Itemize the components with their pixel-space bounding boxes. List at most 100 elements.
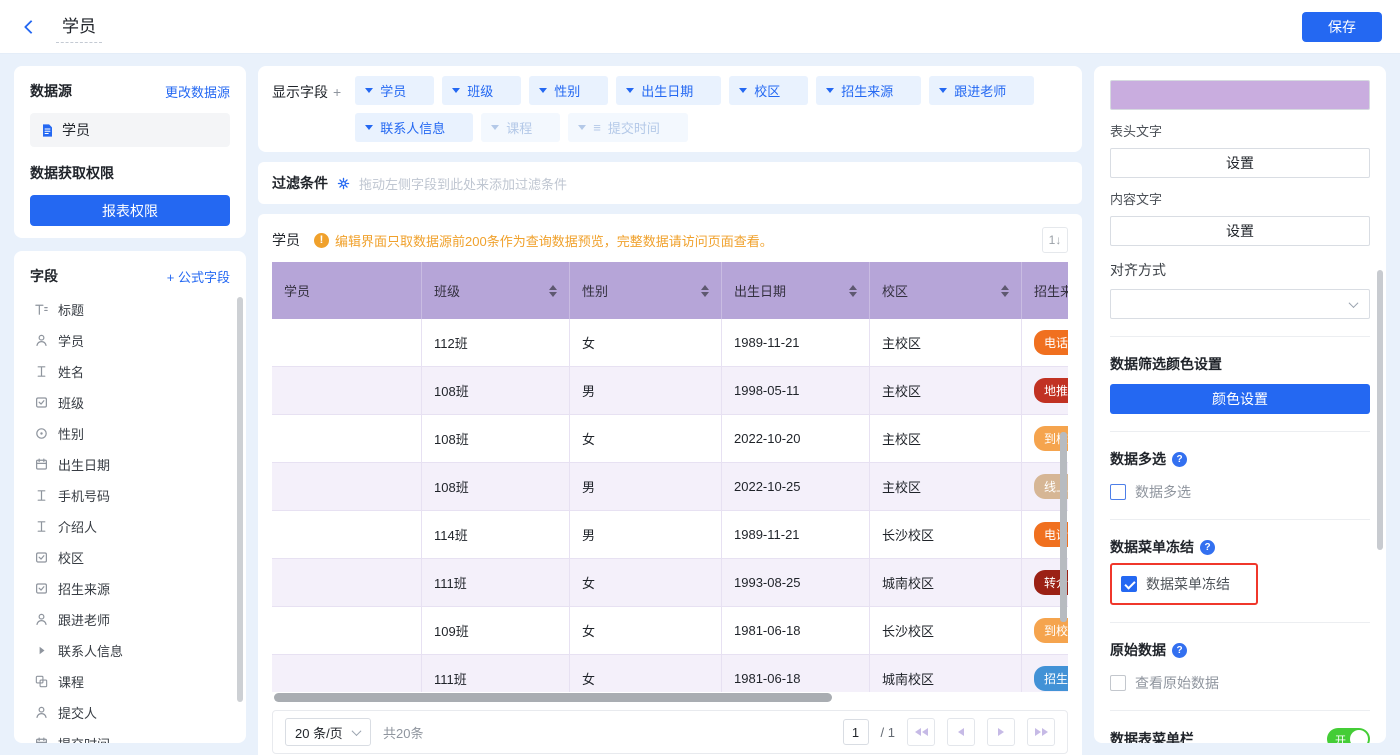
table-row[interactable]: 112班女1989-11-21主校区电话 xyxy=(272,319,1068,367)
display-field-chip[interactable]: 校区 xyxy=(729,76,808,105)
back-button[interactable] xyxy=(18,14,44,40)
raw-data-checkbox-row[interactable]: 查看原始数据 xyxy=(1110,673,1370,693)
display-field-chip[interactable]: 性别 xyxy=(529,76,608,105)
table-header: 学员班级性别出生日期校区招生来源 xyxy=(272,262,1068,319)
field-item[interactable]: 出生日期 xyxy=(30,449,230,480)
sort-icon[interactable] xyxy=(1001,285,1009,297)
prev-page-button[interactable] xyxy=(947,718,975,746)
field-item[interactable]: 姓名 xyxy=(30,356,230,387)
fields-title: 字段 xyxy=(30,266,58,286)
formula-field-link[interactable]: + 公式字段 xyxy=(167,267,230,286)
field-item-label: 标题 xyxy=(58,300,84,319)
display-field-chip[interactable]: 学员 xyxy=(355,76,434,105)
table-row[interactable]: 111班女1993-08-25城南校区转介 xyxy=(272,559,1068,607)
menu-freeze-highlight[interactable]: 数据菜单冻结 xyxy=(1110,563,1258,605)
field-item[interactable]: 手机号码 xyxy=(30,480,230,511)
preview-title: 学员 xyxy=(272,230,300,250)
cell-gender: 男 xyxy=(570,367,722,414)
help-icon[interactable]: ? xyxy=(1172,452,1187,467)
content-text-settings-button[interactable]: 设置 xyxy=(1110,216,1370,246)
color-settings-button[interactable]: 颜色设置 xyxy=(1110,384,1370,414)
field-item[interactable]: 校区 xyxy=(30,542,230,573)
table-row[interactable]: 108班男2022-10-25主校区线上 xyxy=(272,463,1068,511)
checkbox-unchecked[interactable] xyxy=(1110,675,1126,691)
table-row[interactable]: 108班男1998-05-11主校区地推 xyxy=(272,367,1068,415)
report-permission-button[interactable]: 报表权限 xyxy=(30,195,230,226)
gear-icon[interactable] xyxy=(336,176,351,191)
display-field-chip[interactable]: ≡提交时间 xyxy=(568,113,688,142)
field-item[interactable]: 学员 xyxy=(30,325,230,356)
table-row[interactable]: 109班女1981-06-18长沙校区到校 xyxy=(272,607,1068,655)
display-field-chip[interactable]: 班级 xyxy=(442,76,521,105)
display-fields-label: 显示字段+ xyxy=(272,76,341,102)
field-item-label: 联系人信息 xyxy=(58,641,123,660)
column-header[interactable]: 性别 xyxy=(570,262,722,319)
header-color-swatch[interactable] xyxy=(1110,80,1370,110)
change-datasource-link[interactable]: 更改数据源 xyxy=(165,82,230,101)
filter-panel[interactable]: 过滤条件 拖动左侧字段到此处来添加过滤条件 xyxy=(258,162,1082,204)
sort-order-button[interactable]: 1↓ xyxy=(1042,227,1068,253)
field-item[interactable]: 联系人信息 xyxy=(30,635,230,666)
field-item[interactable]: 跟进老师 xyxy=(30,604,230,635)
display-field-chip[interactable]: 招生来源 xyxy=(816,76,921,105)
align-select[interactable] xyxy=(1110,289,1370,319)
page-size-select[interactable]: 20 条/页 xyxy=(285,718,371,746)
add-field-button[interactable]: + xyxy=(333,84,341,100)
help-icon[interactable]: ? xyxy=(1200,540,1215,555)
checkbox-checked[interactable] xyxy=(1121,576,1137,592)
sort-icon[interactable] xyxy=(701,285,709,297)
table-horizontal-scrollbar[interactable] xyxy=(274,693,832,702)
table-vertical-scrollbar[interactable] xyxy=(1060,432,1067,622)
field-item[interactable]: 介绍人 xyxy=(30,511,230,542)
fields-scrollbar[interactable] xyxy=(237,297,243,702)
align-label: 对齐方式 xyxy=(1110,260,1370,280)
cell-gender: 女 xyxy=(570,655,722,692)
title-icon xyxy=(34,302,49,317)
settings-scrollbar[interactable] xyxy=(1377,270,1383,550)
display-field-chip[interactable]: 出生日期 xyxy=(616,76,721,105)
field-item[interactable]: 提交人 xyxy=(30,697,230,728)
page-number-input[interactable]: 1 xyxy=(843,719,869,745)
last-page-button[interactable] xyxy=(1027,718,1055,746)
field-item-label: 课程 xyxy=(58,672,84,691)
menubar-toggle[interactable]: 开 xyxy=(1327,728,1370,743)
header-text-settings-button[interactable]: 设置 xyxy=(1110,148,1370,178)
field-item-label: 跟进老师 xyxy=(58,610,110,629)
source-tag: 地推 xyxy=(1034,378,1068,403)
cell-source: 电话 xyxy=(1022,319,1068,366)
help-icon[interactable]: ? xyxy=(1172,643,1187,658)
datasource-title: 数据源 xyxy=(30,81,72,101)
column-header[interactable]: 校区 xyxy=(870,262,1022,319)
field-item-label: 提交人 xyxy=(58,703,97,722)
next-page-button[interactable] xyxy=(987,718,1015,746)
datasource-item-label: 学员 xyxy=(62,120,90,140)
first-page-button[interactable] xyxy=(907,718,935,746)
checkbox-unchecked[interactable] xyxy=(1110,484,1126,500)
save-button[interactable]: 保存 xyxy=(1302,12,1382,42)
column-header[interactable]: 出生日期 xyxy=(722,262,870,319)
field-item[interactable]: 课程 xyxy=(30,666,230,697)
field-item[interactable]: 招生来源 xyxy=(30,573,230,604)
source-tag: 电话 xyxy=(1034,330,1068,355)
chevron-down-icon xyxy=(1349,298,1359,308)
table-row[interactable]: 114班男1989-11-21长沙校区电话 xyxy=(272,511,1068,559)
table-row[interactable]: 111班女1981-06-18城南校区招生 xyxy=(272,655,1068,692)
display-field-chip[interactable]: 跟进老师 xyxy=(929,76,1034,105)
display-field-chip[interactable]: 联系人信息 xyxy=(355,113,473,142)
field-item[interactable]: 班级 xyxy=(30,387,230,418)
field-item[interactable]: 提交时间 xyxy=(30,728,230,743)
field-item-label: 学员 xyxy=(58,331,84,350)
display-field-chip[interactable]: 课程 xyxy=(481,113,560,142)
field-item[interactable]: 性别 xyxy=(30,418,230,449)
datasource-item[interactable]: 学员 xyxy=(30,113,230,147)
column-header[interactable]: 班级 xyxy=(422,262,570,319)
cell-gender: 女 xyxy=(570,415,722,462)
multi-select-checkbox-row[interactable]: 数据多选 xyxy=(1110,482,1370,502)
cell-birthday: 1993-08-25 xyxy=(722,559,870,606)
sort-icon[interactable] xyxy=(549,285,557,297)
chevron-down-icon xyxy=(626,88,634,93)
sort-icon[interactable] xyxy=(849,285,857,297)
table-row[interactable]: 108班女2022-10-20主校区到校 xyxy=(272,415,1068,463)
field-item[interactable]: 标题 xyxy=(30,294,230,325)
chevron-down-icon xyxy=(826,88,834,93)
